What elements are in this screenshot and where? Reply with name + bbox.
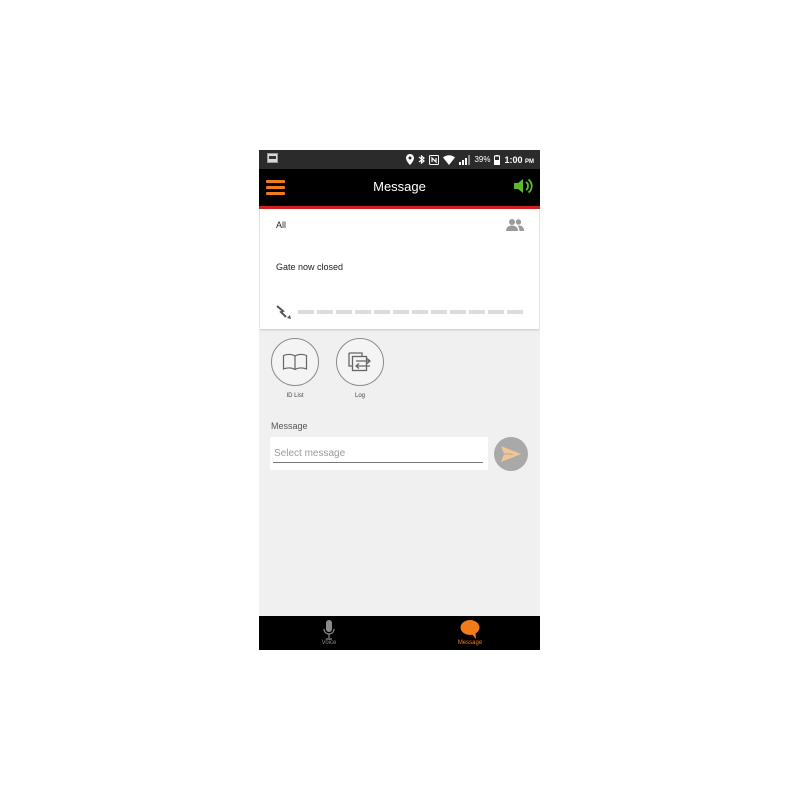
battery-icon [494,154,501,165]
log-icon [348,352,372,372]
tab-voice[interactable]: Voice [259,616,399,650]
message-card: All Gate now closed [260,209,539,329]
speaker-icon[interactable] [513,177,533,195]
page-title: Message [373,179,426,194]
speech-bubble-icon [460,620,480,639]
battery-percent: 39% [474,155,491,164]
tab-voice-label: Voice [321,640,337,646]
nfc-icon [429,154,440,165]
id-list-label: ID List [286,393,304,399]
signal-strength-meter [298,310,523,314]
phone-screen: 39% 1:00 PM Message All Gate now closed [259,150,540,650]
status-icons: 39% 1:00 PM [406,152,534,167]
log-button[interactable] [336,338,384,386]
log-label: Log [354,393,365,399]
location-icon [406,154,415,165]
recipient-label: All [276,220,287,230]
received-message-text: Gate now closed [276,262,344,272]
bottom-navigation: Voice Message [259,616,540,650]
app-notification-icon [267,153,278,163]
send-button[interactable] [494,437,528,471]
cell-signal-icon [459,154,471,165]
status-time-value: 1:00 [504,154,523,165]
status-bar: 39% 1:00 PM [259,150,540,169]
status-time: 1:00 PM [504,155,534,165]
tab-message-label: Message [457,640,483,646]
group-icon [506,219,524,231]
message-field-label: Message [271,421,308,431]
book-icon [282,353,308,371]
wifi-icon [443,154,456,165]
status-time-ampm: PM [525,158,534,165]
id-list-button[interactable] [271,338,319,386]
bluetooth-icon [419,154,426,165]
message-input-container [270,437,488,470]
tab-message[interactable]: Message [400,616,540,650]
message-select-input[interactable] [273,445,483,463]
signal-strength-icon [276,305,291,319]
microphone-icon [323,620,335,640]
send-icon [501,446,521,462]
app-bar: Message [259,169,540,209]
